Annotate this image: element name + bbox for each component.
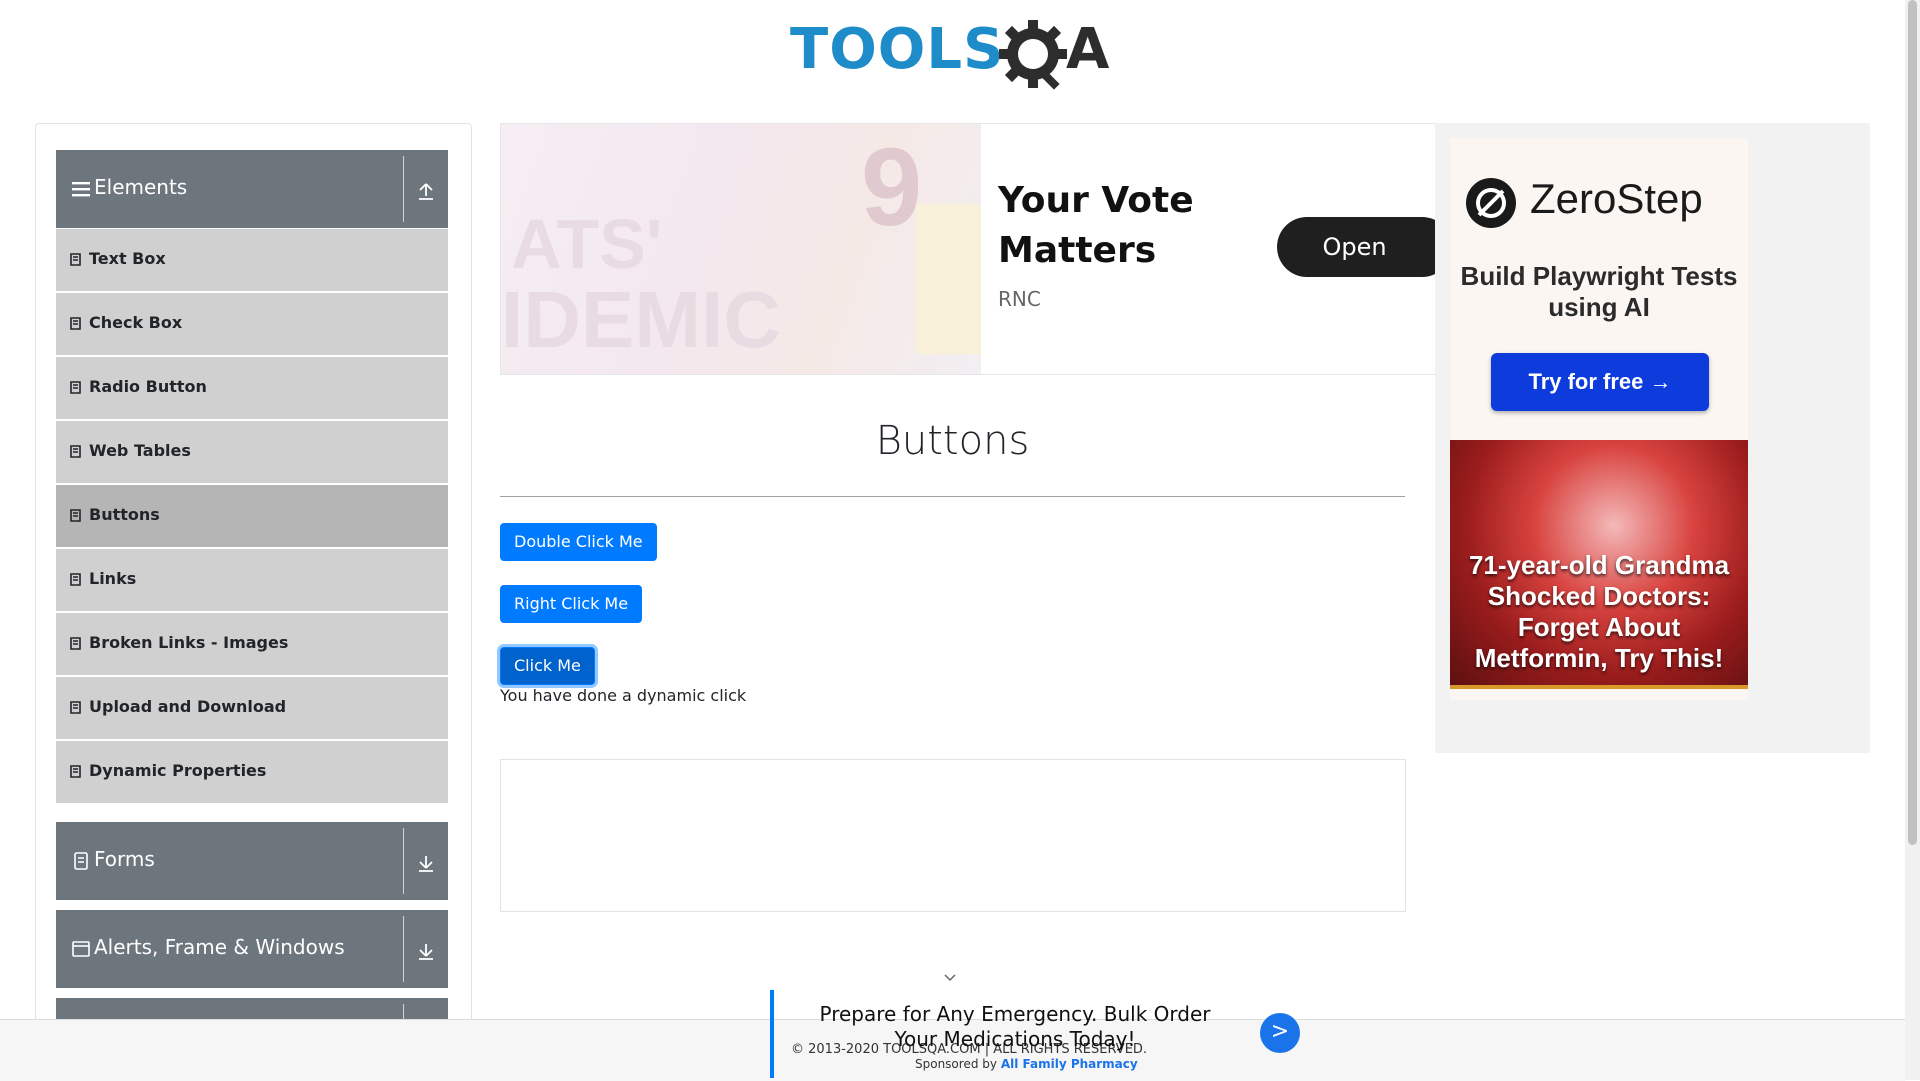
toolsqa-logo[interactable]: TOOLS A — [790, 14, 1120, 94]
ad-accent-bar — [770, 990, 774, 1078]
page-scrollbar[interactable] — [1905, 0, 1920, 1080]
sidebar-item-dynamic-properties[interactable]: Dynamic Properties — [56, 741, 448, 805]
sidebar-item-label: Links — [89, 569, 137, 588]
ad-image-decoration: IDEMIC — [501, 275, 781, 364]
title-divider — [500, 496, 1405, 497]
ad-image-decoration: 9 — [861, 126, 923, 249]
item-icon — [70, 765, 81, 778]
ad-image: ATS' IDEMIC 9 — [501, 124, 981, 374]
hamburger-icon — [72, 182, 90, 197]
divider — [403, 828, 404, 894]
sidebar-item-label: Text Box — [89, 249, 166, 268]
double-click-button[interactable]: Double Click Me — [500, 523, 657, 561]
sidebar-item-label: Buttons — [89, 505, 160, 524]
ad-try-button[interactable]: Try for free → — [1491, 353, 1709, 411]
item-icon — [70, 573, 81, 586]
group-header-alerts[interactable]: Alerts, Frame & Windows — [56, 910, 448, 988]
chevron-down-icon[interactable] — [942, 970, 958, 986]
left-panel: Elements Text Box Check Box Radio Button… — [35, 123, 472, 1065]
logo-text-a: A — [1066, 17, 1110, 82]
group-title: Elements — [94, 175, 188, 199]
collapse-up-icon[interactable] — [414, 178, 438, 202]
sidebar-item-buttons[interactable]: Buttons — [56, 485, 448, 549]
logo-text-tools: TOOLS — [790, 17, 1005, 82]
ad-image-decoration: ATS' — [511, 205, 663, 283]
form-icon — [74, 852, 88, 870]
ad-brand: ZeroStep — [1530, 175, 1703, 222]
divider — [403, 156, 404, 222]
gear-magnifier-icon — [999, 20, 1067, 90]
ad-open-button[interactable]: Open — [1277, 217, 1436, 277]
group-title: Alerts, Frame & Windows — [94, 935, 345, 959]
item-icon — [70, 701, 81, 714]
ad-banner-bottom[interactable]: Prepare for Any Emergency. Bulk Order Yo… — [770, 990, 1300, 1080]
sidebar-item-label: Upload and Download — [89, 697, 287, 716]
ad-image-decoration — [916, 204, 981, 354]
sidebar-item-radio-button[interactable]: Radio Button — [56, 357, 448, 421]
ad-tagline: Build Playwright Tests using AI — [1460, 261, 1738, 322]
ad-sponsor-line: Sponsored by All Family Pharmacy — [915, 1057, 1138, 1071]
click-me-button[interactable]: Click Me — [500, 647, 595, 685]
ad-text: Prepare for Any Emergency. Bulk Order Yo… — [819, 1002, 1211, 1051]
ad-placeholder — [500, 759, 1406, 912]
ad-banner-right[interactable]: ZeroStep Build Playwright Tests using AI… — [1435, 123, 1870, 753]
ad-sponsor-prefix: Sponsored by — [915, 1057, 997, 1071]
ad-headline: Your Vote Matters — [998, 180, 1194, 271]
item-icon — [70, 381, 81, 394]
item-icon — [70, 509, 81, 522]
sidebar-item-label: Dynamic Properties — [89, 761, 267, 780]
group-title: Forms — [94, 847, 155, 871]
sidebar-item-check-box[interactable]: Check Box — [56, 293, 448, 357]
ad-sponsor: RNC — [998, 287, 1041, 311]
sidebar-item-text-box[interactable]: Text Box — [56, 229, 448, 293]
zerostep-logo-icon — [1466, 178, 1516, 228]
sidebar-item-label: Check Box — [89, 313, 183, 332]
expand-down-icon[interactable] — [414, 938, 438, 962]
item-icon — [70, 317, 81, 330]
ad-banner-top[interactable]: ATS' IDEMIC 9 Your Vote Matters RNC Open — [500, 123, 1437, 375]
ad-sponsor-link[interactable]: All Family Pharmacy — [1001, 1057, 1138, 1071]
item-icon — [70, 637, 81, 650]
ad-image[interactable]: 71-year-old Grandma Shocked Doctors: For… — [1450, 440, 1748, 689]
expand-down-icon[interactable] — [414, 850, 438, 874]
sidebar-item-links[interactable]: Links — [56, 549, 448, 613]
sidebar-item-label: Radio Button — [89, 377, 207, 396]
sidebar-item-label: Web Tables — [89, 441, 191, 460]
sidebar-item-broken-links[interactable]: Broken Links - Images — [56, 613, 448, 677]
sidebar-item-web-tables[interactable]: Web Tables — [56, 421, 448, 485]
window-icon — [72, 941, 90, 957]
scrollbar-thumb[interactable] — [1908, 0, 1917, 845]
sidebar-item-label: Broken Links - Images — [89, 633, 289, 652]
right-click-button[interactable]: Right Click Me — [500, 585, 643, 623]
ad-caption: 71-year-old Grandma Shocked Doctors: For… — [1468, 550, 1730, 673]
item-icon — [70, 253, 81, 266]
divider — [403, 916, 404, 982]
item-icon — [70, 445, 81, 458]
ad-go-button[interactable]: > — [1260, 1013, 1300, 1053]
dynamic-click-message: You have done a dynamic click — [500, 686, 747, 705]
group-header-elements[interactable]: Elements — [56, 150, 448, 228]
group-header-forms[interactable]: Forms — [56, 822, 448, 900]
sidebar-item-upload-download[interactable]: Upload and Download — [56, 677, 448, 741]
page-title: Buttons — [875, 418, 1030, 464]
